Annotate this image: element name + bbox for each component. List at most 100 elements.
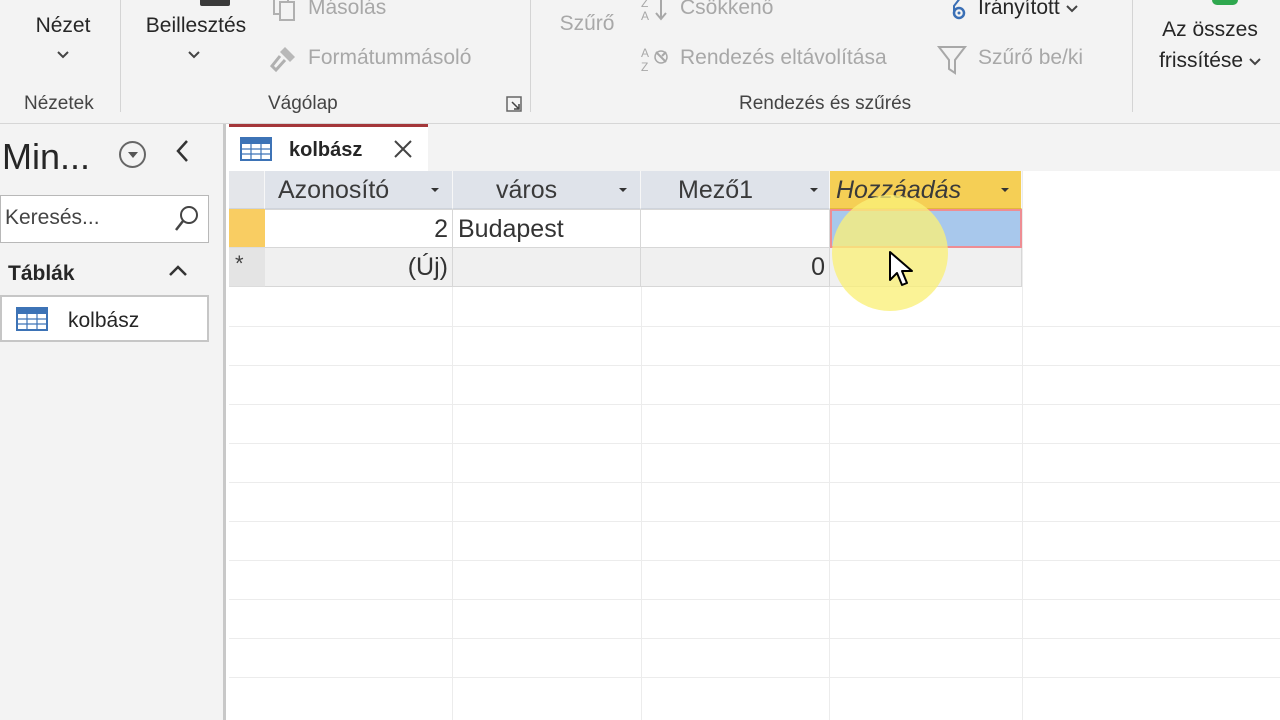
- group-divider: [1132, 0, 1133, 112]
- format-painter-button[interactable]: Formátummásoló: [268, 44, 472, 73]
- remove-sort-button[interactable]: AZ Rendezés eltávolítása: [640, 44, 887, 74]
- cell-varos-new[interactable]: [453, 248, 641, 287]
- svg-text:A: A: [641, 9, 649, 22]
- collapse-chevron-icon[interactable]: [170, 136, 196, 168]
- nav-search-box[interactable]: [0, 195, 209, 243]
- grid-line: [229, 482, 1280, 483]
- refresh-all-button[interactable]: Az összes frissítése: [1148, 14, 1272, 76]
- column-header-label: Mező1: [678, 176, 754, 204]
- column-header-mezo1[interactable]: Mező1: [641, 171, 830, 209]
- grid-line: [229, 326, 1280, 327]
- svg-text:A: A: [641, 46, 649, 60]
- grid-line: [229, 521, 1280, 522]
- view-button-label: Nézet: [35, 14, 91, 37]
- clipboard-group-label: Vágólap: [268, 93, 338, 114]
- table-icon: [16, 307, 48, 336]
- nav-item-label: kolbász: [68, 309, 140, 332]
- grid-line: [229, 677, 1280, 678]
- tab-kolbasz[interactable]: kolbász: [229, 124, 428, 171]
- ribbon: Nézet Nézetek Beillesztés Másolás Formát…: [0, 0, 1280, 124]
- toggle-filter-label: Szűrő be/ki: [978, 46, 1084, 69]
- paste-icon: [200, 0, 230, 6]
- sort-descending-label: Csökkenő: [680, 0, 774, 19]
- refresh-all-label-line1: Az összes: [1162, 18, 1258, 41]
- dropdown-arrow-icon[interactable]: [810, 188, 818, 192]
- column-header-azonosito[interactable]: Azonosító: [265, 171, 453, 209]
- select-all-corner[interactable]: [229, 171, 265, 209]
- cell-value: (Új): [407, 253, 448, 281]
- dropdown-arrow-icon[interactable]: [1001, 188, 1009, 192]
- grid-line: [229, 599, 1280, 600]
- table-icon: [240, 137, 272, 166]
- toggle-filter-button[interactable]: Szűrő be/ki: [936, 44, 1084, 75]
- copy-label: Másolás: [308, 0, 387, 19]
- refresh-all-label-line2: frissítése: [1148, 45, 1272, 76]
- paste-button[interactable]: Beillesztés: [140, 14, 252, 38]
- filter-button[interactable]: Szűrő: [556, 12, 618, 36]
- format-painter-icon: [268, 44, 298, 73]
- column-header-label: Azonosító: [278, 176, 390, 204]
- cell-azonosito-new[interactable]: (Új): [265, 248, 453, 287]
- cell-varos[interactable]: Budapest: [453, 209, 641, 248]
- grid-line: [229, 560, 1280, 561]
- row-selector-active[interactable]: [229, 209, 265, 248]
- cell-value: 0: [811, 253, 825, 281]
- tab-label: kolbász: [289, 139, 363, 161]
- nav-item-kolbasz[interactable]: kolbász: [0, 295, 209, 342]
- grid-line: [229, 365, 1280, 366]
- mouse-pointer-icon: [888, 250, 916, 295]
- view-chevron-icon[interactable]: [56, 47, 70, 63]
- grid-line: [229, 443, 1280, 444]
- grid-line: [229, 404, 1280, 405]
- copy-icon: [268, 0, 298, 22]
- datasheet-grid[interactable]: Azonosító város Mező1 Hozzáadás 2 Budape…: [229, 171, 1280, 720]
- filter-button-label: Szűrő: [559, 12, 615, 35]
- advanced-filter-button[interactable]: Irányított: [940, 0, 1078, 22]
- navigation-pane: Min... Táblák kolbász: [0, 124, 226, 720]
- dropdown-arrow-icon[interactable]: [431, 188, 439, 192]
- nav-menu-icon[interactable]: [119, 141, 146, 168]
- chevron-down-icon: [1249, 58, 1261, 66]
- access-window: Nézet Nézetek Beillesztés Másolás Formát…: [0, 0, 1280, 720]
- dialog-launcher-icon[interactable]: [506, 96, 522, 112]
- document-area: kolbász Azonosító város Mező1 Hozzáadás …: [229, 124, 1280, 720]
- cell-azonosito[interactable]: 2: [265, 209, 453, 248]
- paste-chevron-icon[interactable]: [187, 47, 201, 63]
- sort-descending-button[interactable]: ZA Csökkenő: [640, 0, 774, 23]
- advanced-filter-label: Irányított: [978, 0, 1060, 19]
- copy-button[interactable]: Másolás: [268, 0, 386, 22]
- cell-mezo1-new[interactable]: 0: [641, 248, 830, 287]
- column-header-varos[interactable]: város: [453, 171, 641, 209]
- refresh-icon: [1212, 0, 1238, 5]
- cell-mezo1[interactable]: [641, 209, 830, 248]
- document-tab-strip: kolbász: [229, 124, 1280, 171]
- sort-filter-group-label: Rendezés és szűrés: [739, 93, 912, 114]
- cell-value: Budapest: [458, 215, 564, 243]
- views-group-label: Nézetek: [24, 93, 94, 114]
- remove-sort-icon: AZ: [640, 44, 670, 74]
- new-record-marker: *: [235, 251, 244, 276]
- format-painter-label: Formátummásoló: [308, 46, 472, 69]
- view-button[interactable]: Nézet: [22, 14, 104, 38]
- nav-section-header[interactable]: Táblák: [0, 258, 209, 292]
- svg-text:Z: Z: [641, 60, 648, 74]
- chevron-up-icon[interactable]: [167, 260, 189, 282]
- remove-sort-label: Rendezés eltávolítása: [680, 46, 887, 69]
- group-divider: [530, 0, 531, 112]
- cell-value: 2: [434, 215, 448, 243]
- nav-pane-title[interactable]: Min...: [2, 136, 90, 178]
- grid-line: [229, 638, 1280, 639]
- sort-descending-icon: ZA: [640, 0, 670, 23]
- funnel-icon: [936, 44, 968, 75]
- chevron-down-icon: [1065, 0, 1078, 20]
- close-icon[interactable]: [391, 137, 415, 161]
- group-divider: [120, 0, 121, 112]
- search-icon[interactable]: [173, 204, 201, 234]
- column-header-label: város: [496, 176, 558, 204]
- advanced-filter-icon: [940, 0, 968, 22]
- new-record-selector[interactable]: *: [229, 248, 265, 287]
- dropdown-arrow-icon[interactable]: [619, 188, 627, 192]
- paste-button-label: Beillesztés: [145, 14, 247, 37]
- nav-section-label: Táblák: [8, 262, 75, 285]
- nav-search-input[interactable]: [5, 206, 165, 230]
